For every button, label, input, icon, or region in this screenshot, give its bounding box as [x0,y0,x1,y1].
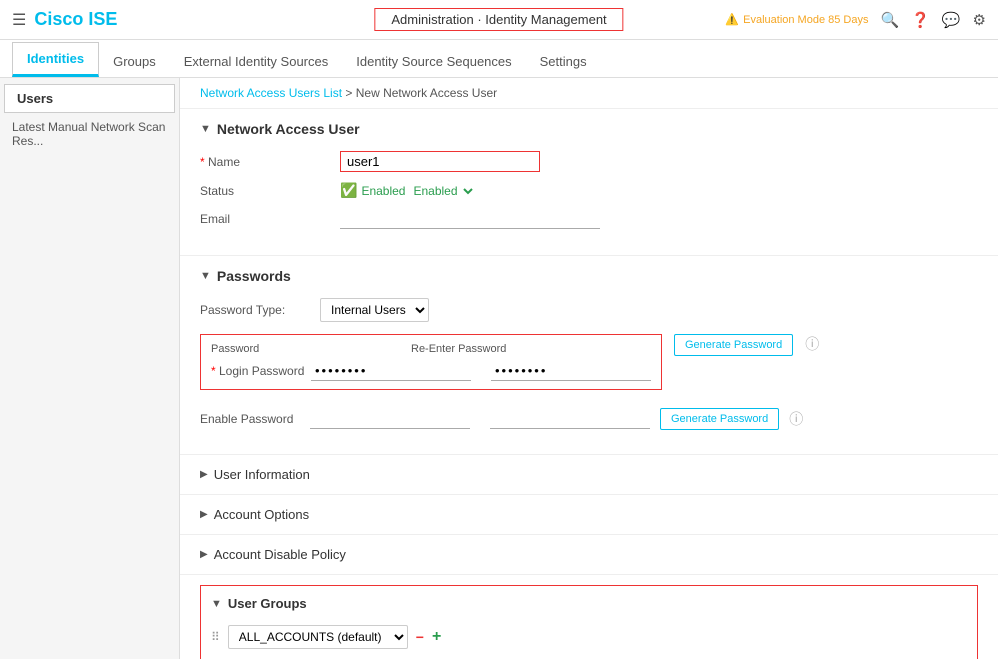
password-type-select[interactable]: Internal Users [320,298,429,322]
email-input[interactable] [340,209,600,229]
tab-groups[interactable]: Groups [99,46,170,77]
chevron-down-icon-ug: ▼ [211,598,222,610]
remove-group-button[interactable]: − [416,629,424,645]
name-input[interactable] [340,151,540,172]
status-dropdown[interactable]: Enabled Disabled [409,183,476,199]
password-type-row: Password Type: Internal Users [200,298,978,322]
settings-icon[interactable]: ⚙ [973,11,986,29]
page-title: Administration · Identity Management [374,8,623,31]
chevron-right-icon-3: ▶ [200,549,208,560]
sidebar: Users Latest Manual Network Scan Res... [0,78,180,659]
header: ☰ Cisco ISE Administration · Identity Ma… [0,0,998,40]
tab-identities[interactable]: Identities [12,42,99,77]
email-row: Email [200,209,978,229]
enable-password-input[interactable] [310,409,470,429]
header-right: ⚠️ Evaluation Mode 85 Days 🔍 ❓ 💬 ⚙ [725,11,986,29]
enable-password-label: Enable Password [200,412,300,426]
group-select[interactable]: ALL_ACCOUNTS (default) [228,625,408,649]
warning-icon: ⚠️ [725,13,739,26]
account-options-section[interactable]: ▶ Account Options [180,495,998,535]
search-icon[interactable]: 🔍 [880,11,899,29]
tab-external-identity-sources[interactable]: External Identity Sources [170,46,343,77]
tab-identity-source-sequences[interactable]: Identity Source Sequences [342,46,525,77]
drag-handle-icon[interactable]: ⠿ [211,630,220,644]
status-row: Status ✅ Enabled Enabled Disabled [200,182,978,199]
name-row: * Name [200,151,978,172]
login-password-row: * Login Password [211,361,651,381]
breadcrumb-separator: > [345,86,352,100]
chevron-right-icon-2: ▶ [200,509,208,520]
account-disable-policy-section[interactable]: ▶ Account Disable Policy [180,535,998,575]
user-groups-section: ▼ User Groups ⠿ ALL_ACCOUNTS (default) −… [200,585,978,659]
chevron-right-icon-1: ▶ [200,469,208,480]
reenter-col-header: Re-Enter Password [411,343,611,355]
header-left: ☰ Cisco ISE [12,9,117,30]
email-label: Email [200,212,340,226]
sidebar-item-users[interactable]: Users [4,84,175,113]
tab-settings[interactable]: Settings [526,46,601,77]
group-row: ⠿ ALL_ACCOUNTS (default) − + [211,621,967,653]
login-password-reenter-input[interactable] [491,361,651,381]
login-password-input[interactable] [311,361,471,381]
breadcrumb-link[interactable]: Network Access Users List [200,86,342,100]
password-table: Password Re-Enter Password * Login Passw… [200,334,662,390]
status-badge: ✅ Enabled Enabled Disabled [340,182,476,199]
passwords-title[interactable]: ▼ Passwords [200,268,978,284]
name-label: * Name [200,155,340,169]
help-icon[interactable]: ❓ [911,11,930,29]
status-label: Status [200,184,340,198]
account-disable-policy-title: ▶ Account Disable Policy [200,547,978,562]
hamburger-icon[interactable]: ☰ [12,10,26,30]
user-groups-title[interactable]: ▼ User Groups [211,596,967,611]
login-password-label: * Login Password [211,364,311,378]
enable-password-row: Enable Password Generate Password ⓘ [200,408,978,430]
status-value: Enabled [361,184,405,198]
sidebar-item-scan[interactable]: Latest Manual Network Scan Res... [0,115,179,153]
breadcrumb-current: New Network Access User [356,86,497,100]
layout: Users Latest Manual Network Scan Res... … [0,78,998,659]
info-icon-enable[interactable]: ⓘ [789,409,803,429]
info-icon-login[interactable]: ⓘ [805,334,819,354]
enable-password-reenter-input[interactable] [490,409,650,429]
notification-icon[interactable]: 💬 [942,11,961,29]
chevron-down-icon: ▼ [200,123,211,135]
password-type-label: Password Type: [200,303,320,317]
network-access-user-title[interactable]: ▼ Network Access User [200,121,978,137]
network-access-user-section: ▼ Network Access User * Name Status ✅ En… [180,109,998,256]
user-information-section[interactable]: ▶ User Information [180,455,998,495]
main-content: Network Access Users List > New Network … [180,78,998,659]
user-information-title: ▶ User Information [200,467,978,482]
eval-warning: ⚠️ Evaluation Mode 85 Days [725,13,868,26]
add-group-button[interactable]: + [432,628,441,646]
generate-enable-password-button[interactable]: Generate Password [660,408,779,430]
chevron-down-icon-pw: ▼ [200,270,211,282]
brand-logo: Cisco ISE [34,9,117,30]
pw-headers: Password Re-Enter Password [211,343,651,355]
password-col-header: Password [211,343,411,355]
generate-login-password-button[interactable]: Generate Password [674,334,793,356]
main-nav: Identities Groups External Identity Sour… [0,40,998,78]
checkbox-icon: ✅ [340,182,357,199]
breadcrumb: Network Access Users List > New Network … [180,78,998,109]
passwords-section: ▼ Passwords Password Type: Internal User… [180,256,998,455]
account-options-title: ▶ Account Options [200,507,978,522]
